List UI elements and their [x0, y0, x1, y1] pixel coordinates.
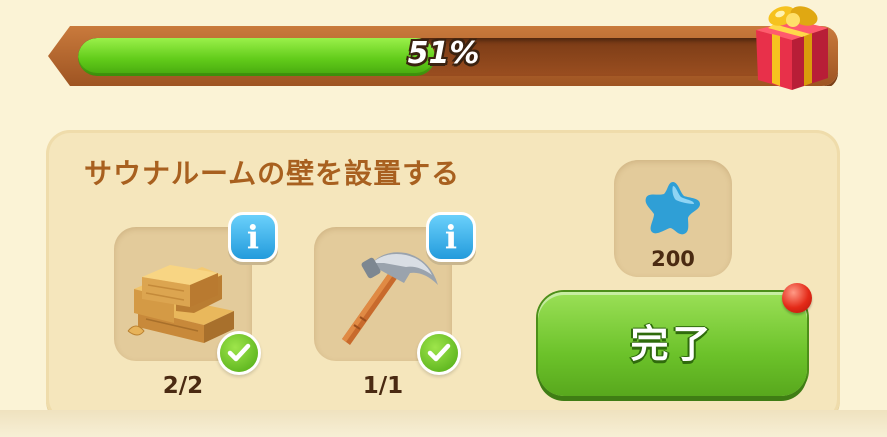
gift-box-icon[interactable] — [748, 0, 836, 92]
notification-dot — [782, 283, 812, 313]
reward-amount: 200 — [651, 247, 695, 271]
requirement-count-wood: 2/2 — [162, 373, 204, 399]
info-button-hammer[interactable]: i — [429, 215, 473, 259]
blue-star-icon — [645, 182, 700, 235]
check-icon — [420, 334, 458, 372]
task-title: サウナルームの壁を設置する — [84, 157, 461, 190]
info-button-wood[interactable]: i — [231, 215, 275, 259]
requirement-count-hammer: 1/1 — [362, 373, 404, 399]
complete-button[interactable]: 完了 — [538, 292, 807, 396]
bottom-edge — [0, 410, 887, 437]
check-icon — [220, 334, 258, 372]
